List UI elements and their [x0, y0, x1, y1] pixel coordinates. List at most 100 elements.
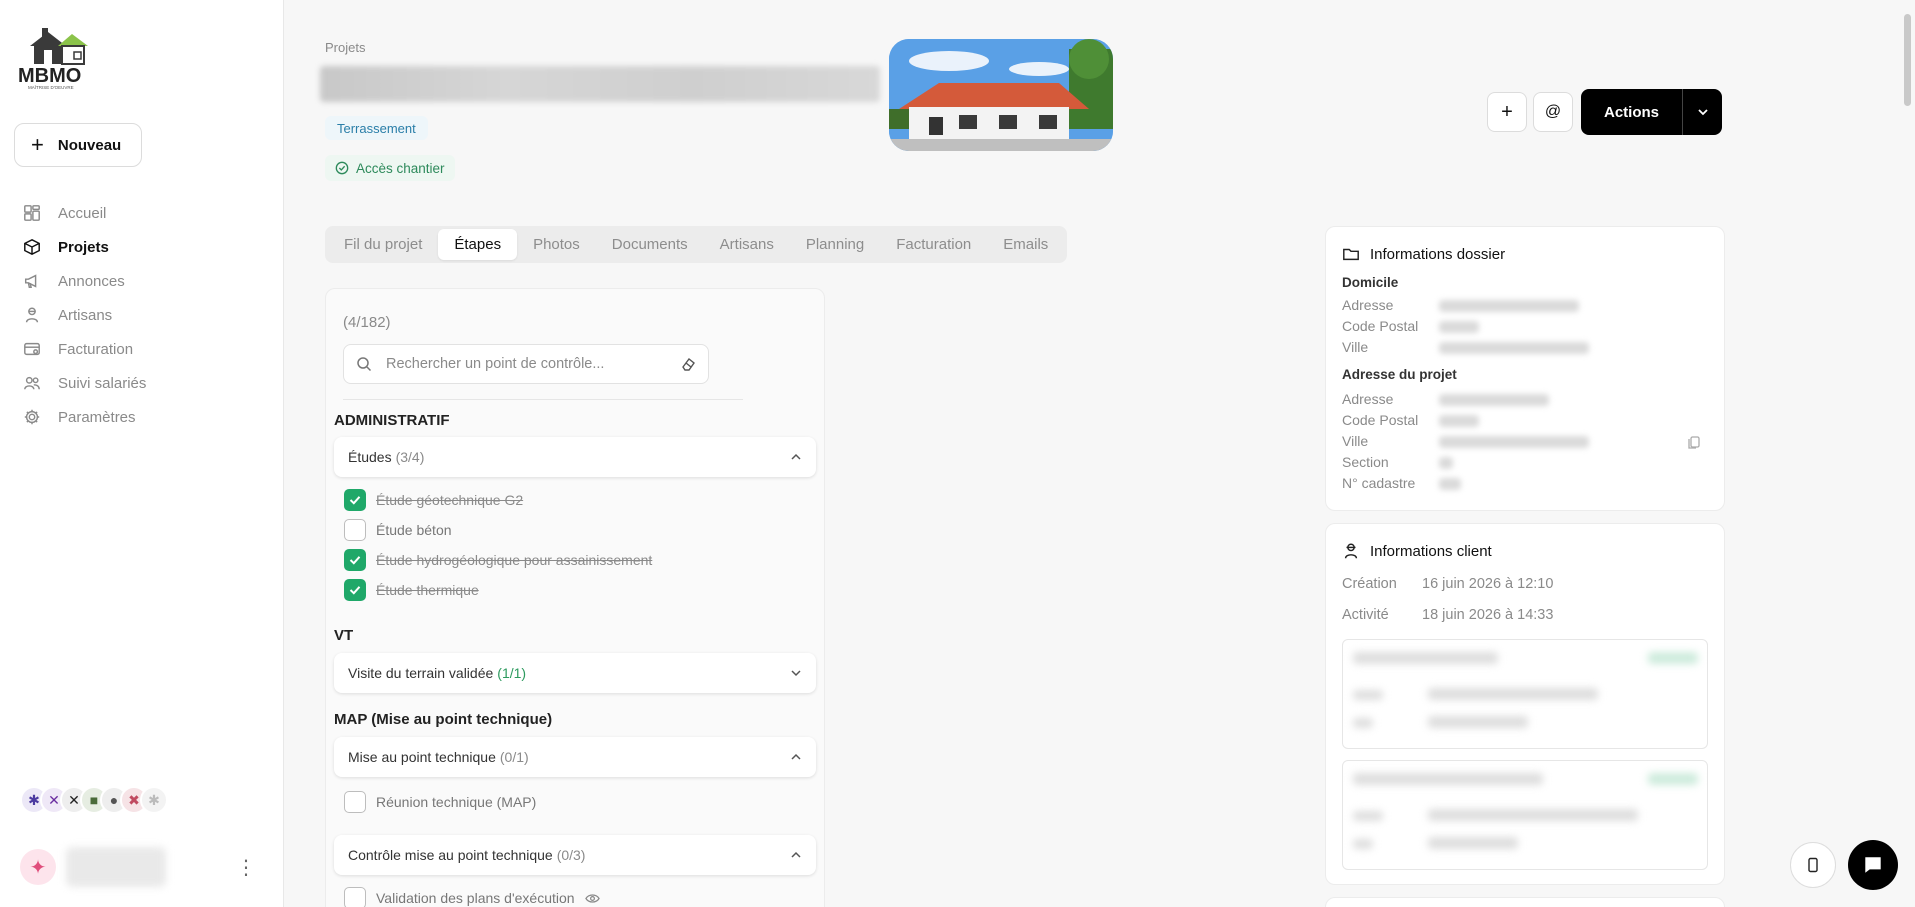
- user-name-blurred: [66, 847, 166, 887]
- blurred-value: [1439, 342, 1589, 354]
- nav-item-projets[interactable]: Projets: [22, 230, 262, 264]
- group-count: (1/1): [497, 665, 527, 681]
- search-box: [343, 344, 709, 384]
- worker-icon: [22, 305, 42, 325]
- user-profile[interactable]: ✦ ⋮: [20, 845, 260, 889]
- search-input[interactable]: [386, 356, 680, 372]
- checkbox-unchecked[interactable]: [344, 887, 366, 907]
- add-button[interactable]: +: [1487, 92, 1527, 132]
- group-header-visite[interactable]: Visite du terrain validée (1/1): [334, 653, 816, 693]
- activity-value: 18 juin 2026 à 14:33: [1422, 607, 1554, 623]
- tab-emails[interactable]: Emails: [987, 229, 1064, 260]
- check-item: Validation des plans d'exécution: [344, 887, 600, 907]
- nav-label: Suivi salariés: [58, 374, 147, 392]
- contact-card[interactable]: [1342, 760, 1708, 870]
- group-count: (3/4): [395, 449, 425, 465]
- actions-dropdown-button[interactable]: [1682, 89, 1722, 135]
- check-item: Étude thermique: [344, 579, 479, 601]
- phone-icon: [1808, 857, 1818, 873]
- sidebar: MBMO MAÎTRISE D'OEUVRE + Nouveau Accueil…: [0, 0, 284, 907]
- nav-item-annonces[interactable]: Annonces: [22, 264, 262, 298]
- nav-label: Accueil: [58, 204, 107, 222]
- tab-photos[interactable]: Photos: [517, 229, 596, 260]
- phase-tag: Terrassement: [325, 116, 428, 140]
- workspace-switcher[interactable]: ✱ ✕ ✕ ■ ● ✖ ✱: [20, 786, 168, 814]
- checkbox-unchecked[interactable]: [344, 519, 366, 541]
- at-icon: @: [1544, 103, 1562, 120]
- item-label: Étude béton: [376, 522, 452, 538]
- tab-facturation[interactable]: Facturation: [880, 229, 987, 260]
- nav-item-artisans[interactable]: Artisans: [22, 298, 262, 332]
- tab-planning[interactable]: Planning: [790, 229, 880, 260]
- nav-label: Projets: [58, 238, 109, 256]
- item-label: Validation des plans d'exécution: [376, 890, 575, 906]
- checkbox-checked[interactable]: [344, 549, 366, 571]
- nav-item-facturation[interactable]: Facturation: [22, 332, 262, 366]
- new-button[interactable]: + Nouveau: [14, 123, 142, 167]
- check-item: Étude béton: [344, 519, 452, 541]
- mobile-view-button[interactable]: [1790, 842, 1836, 888]
- steps-count: (4/182): [343, 314, 391, 331]
- checkbox-checked[interactable]: [344, 489, 366, 511]
- divider: [343, 399, 743, 400]
- client-title: Informations client: [1370, 542, 1492, 560]
- domicile-city-label: Ville: [1342, 339, 1369, 355]
- chevron-down-icon: [791, 670, 801, 677]
- project-tabs: Fil du projet Étapes Photos Documents Ar…: [325, 226, 1068, 263]
- activity-row: Activité 18 juin 2026 à 14:33: [1342, 607, 1553, 623]
- nav-item-parametres[interactable]: Paramètres: [22, 400, 262, 434]
- project-city-label: Ville: [1342, 433, 1369, 449]
- chat-button[interactable]: [1848, 840, 1898, 890]
- section-title-map: MAP (Mise au point technique): [334, 711, 553, 728]
- check-item: Étude géotechnique G2: [344, 489, 523, 511]
- logo-text: MBMO: [18, 65, 81, 87]
- creation-row: Création 16 juin 2026 à 12:10: [1342, 576, 1553, 592]
- contact-card[interactable]: [1342, 639, 1708, 749]
- actions-button[interactable]: Actions: [1581, 89, 1682, 135]
- tab-artisans[interactable]: Artisans: [704, 229, 790, 260]
- eraser-icon[interactable]: [680, 356, 696, 372]
- group-label: Mise au point technique: [348, 749, 496, 765]
- check-icon: [349, 556, 361, 565]
- nav-item-accueil[interactable]: Accueil: [22, 196, 262, 230]
- client-panel-header: Informations client: [1342, 542, 1492, 560]
- nav-item-suivi-salaries[interactable]: Suivi salariés: [22, 366, 262, 400]
- checkbox-checked[interactable]: [344, 579, 366, 601]
- chevron-down-icon: [1697, 109, 1708, 116]
- group-header-mise-au-point[interactable]: Mise au point technique (0/1): [334, 737, 816, 777]
- folder-icon: [1343, 248, 1359, 261]
- activity-label: Activité: [1342, 607, 1389, 623]
- workspace-avatar[interactable]: ✱: [140, 786, 168, 814]
- copy-icon[interactable]: [1686, 434, 1702, 450]
- tab-etapes[interactable]: Étapes: [438, 229, 518, 260]
- tab-documents[interactable]: Documents: [596, 229, 704, 260]
- header-actions: + @ Actions: [1487, 89, 1722, 135]
- company-logo[interactable]: MBMO MAÎTRISE D'OEUVRE: [18, 24, 108, 90]
- access-badge[interactable]: Accès chantier: [325, 155, 455, 181]
- item-label: Étude thermique: [376, 582, 479, 598]
- project-photo[interactable]: [889, 39, 1113, 151]
- group-header-controle[interactable]: Contrôle mise au point technique (0/3): [334, 835, 816, 875]
- page-scrollbar[interactable]: [1904, 14, 1911, 106]
- gear-icon: [22, 407, 42, 427]
- blurred-value: [1439, 394, 1549, 406]
- project-postcode-label: Code Postal: [1342, 412, 1419, 428]
- user-pin-icon: [1344, 543, 1358, 559]
- check-item: Réunion technique (MAP): [344, 791, 536, 813]
- plus-icon: +: [31, 132, 44, 157]
- mention-button[interactable]: @: [1533, 92, 1573, 132]
- megaphone-icon: [22, 271, 42, 291]
- eye-icon[interactable]: [584, 891, 600, 906]
- project-address-label: Adresse du projet: [1342, 367, 1457, 382]
- tab-fil-du-projet[interactable]: Fil du projet: [328, 229, 438, 260]
- creation-label: Création: [1342, 576, 1397, 592]
- checkbox-unchecked[interactable]: [344, 791, 366, 813]
- blurred-value: [1439, 415, 1479, 427]
- cadastre-label: N° cadastre: [1342, 475, 1416, 491]
- check-item: Étude hydrogéologique pour assainissemen…: [344, 549, 652, 571]
- breadcrumb[interactable]: Projets: [325, 40, 365, 55]
- dossier-title: Informations dossier: [1370, 245, 1506, 263]
- invoice-icon: [22, 339, 42, 359]
- more-vertical-icon[interactable]: ⋮: [236, 855, 256, 880]
- group-header-etudes[interactable]: Études (3/4): [334, 437, 816, 477]
